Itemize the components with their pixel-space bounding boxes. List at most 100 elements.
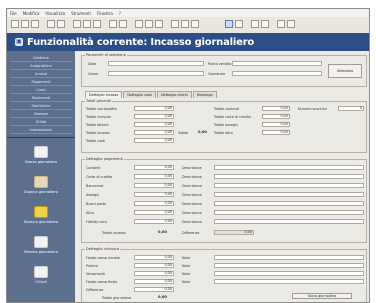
sidebar-item-statistiche[interactable]: Statistiche — [10, 103, 72, 110]
next-record-icon[interactable] — [191, 20, 199, 28]
menu-file[interactable]: File — [10, 11, 17, 16]
s2-field-5[interactable]: 0,00 — [134, 210, 174, 215]
print-report-icon — [34, 206, 48, 218]
s1-right-field-0[interactable]: 0,00 — [262, 106, 290, 111]
s1-far-field[interactable]: 0 — [338, 106, 364, 111]
sidebar-item-utilita[interactable]: Utilità — [10, 119, 72, 126]
s2-desc-field-3[interactable] — [214, 192, 364, 197]
s3-field-1[interactable]: 0,00 — [134, 263, 174, 268]
sidebar-item-anagrafiche[interactable]: Anagrafiche — [10, 63, 72, 70]
undo-icon[interactable] — [109, 20, 117, 28]
sidebar-item-conti[interactable]: Conti — [10, 87, 72, 94]
s1-far-label: Numero scontrini — [298, 107, 328, 111]
s3-field-2[interactable]: 0,00 — [134, 271, 174, 276]
s1-right-field-2[interactable]: 0,00 — [262, 122, 290, 127]
settings-icon[interactable] — [287, 20, 295, 28]
s2-desc-field-2[interactable] — [214, 183, 364, 188]
s2-field-4[interactable]: 0,00 — [134, 201, 174, 206]
info-icon[interactable] — [261, 20, 269, 28]
s1-field-1[interactable]: 0,00 — [134, 114, 174, 119]
paste-icon[interactable] — [93, 20, 101, 28]
s3-note-field-2[interactable] — [214, 271, 364, 276]
find-icon[interactable] — [135, 20, 143, 28]
tab-dettaglio-costi[interactable]: Dettaglio costi — [123, 91, 156, 98]
sidebar-item-gestione[interactable]: Gestione — [10, 55, 72, 62]
select-button[interactable]: Seleziona — [328, 64, 362, 78]
tab-dettaglio-incasso[interactable]: Dettaglio Incasso — [85, 91, 123, 98]
s2-field-1[interactable]: 0,00 — [134, 174, 174, 179]
operatore-field[interactable] — [232, 71, 322, 76]
data-field[interactable] — [108, 61, 204, 66]
s1-field-0[interactable]: 0,00 — [134, 106, 174, 111]
tab-dettaglio-clienti[interactable]: Dettaglio clienti — [156, 91, 192, 98]
tab-riepilogo[interactable]: Riepilogo — [192, 91, 217, 98]
s3-note-field-0[interactable] — [214, 255, 364, 260]
toolbar — [7, 17, 369, 34]
preview-icon[interactable] — [57, 20, 65, 28]
s2-desc-field-1[interactable] — [214, 174, 364, 179]
s2-label-3: Assegni — [86, 193, 100, 197]
s2-field-6[interactable]: 0,00 — [134, 219, 174, 224]
menu-visualizza[interactable]: Visualizza — [45, 11, 65, 16]
s1-field-3[interactable]: 0,00 — [134, 130, 174, 135]
s1-right-field-3[interactable]: 0,00 — [262, 130, 290, 135]
sort-icon[interactable] — [155, 20, 163, 28]
save-icon[interactable] — [31, 20, 39, 28]
cut-icon[interactable] — [73, 20, 81, 28]
s3-field-0[interactable]: 0,00 — [134, 255, 174, 260]
sidebar-item-incassi[interactable]: Incassi — [10, 71, 72, 78]
action-close[interactable]: Chiudi — [9, 263, 73, 291]
sidebar-item-impostazioni[interactable]: Impostazioni — [10, 127, 72, 134]
menu-help[interactable]: ? — [119, 11, 121, 16]
redo-icon[interactable] — [119, 20, 127, 28]
s1-right-field-1[interactable]: 0,00 — [262, 114, 290, 119]
s1-right-label-2: Totale assegni — [214, 123, 239, 127]
s3-note-field-3[interactable] — [214, 279, 364, 284]
filter-icon[interactable] — [145, 20, 153, 28]
help-icon[interactable] — [251, 20, 259, 28]
punto-field[interactable] — [232, 61, 322, 66]
sidebar-item-pagamenti[interactable]: Pagamenti — [10, 79, 72, 86]
print-icon[interactable] — [47, 20, 55, 28]
menu-finestra[interactable]: Finestra — [97, 11, 113, 16]
tools-icon[interactable] — [277, 20, 285, 28]
s1-right-label-0: Totale contanti — [214, 107, 239, 111]
s3-total-label: Totale giornaliero — [102, 296, 132, 300]
s2-desc-field-5[interactable] — [214, 210, 364, 215]
first-record-icon[interactable] — [171, 20, 179, 28]
s2-desc-field-0[interactable] — [214, 165, 364, 170]
s2-field-2[interactable]: 0,00 — [134, 183, 174, 188]
s3-note-label-2: Note — [182, 272, 191, 276]
s2-desc-field-4[interactable] — [214, 201, 364, 206]
s2-desc-label-3: Descrizione — [182, 193, 202, 197]
action-print[interactable]: Stampa giornaliero — [9, 203, 73, 231]
calendar-icon[interactable] — [235, 20, 243, 28]
s3-field-3[interactable]: 0,00 — [134, 279, 174, 284]
s1-field-4[interactable]: 0,00 — [134, 138, 174, 143]
menu-modifica[interactable]: Modifica — [23, 11, 40, 16]
s3-field-4[interactable]: 0,00 — [134, 287, 174, 292]
s1-field-2[interactable]: 0,00 — [134, 122, 174, 127]
action-new[interactable]: Nuovo giornaliero — [9, 143, 73, 171]
s2-field-0[interactable]: 0,00 — [134, 165, 174, 170]
s2-label-0: Contanti — [86, 166, 101, 170]
action-delete[interactable]: Elimina giornaliero — [9, 233, 73, 261]
sidebar-item-stampe[interactable]: Stampe — [10, 111, 72, 118]
data-label: Data — [88, 62, 97, 66]
cassa-field[interactable] — [108, 71, 204, 76]
new-icon[interactable] — [11, 20, 19, 28]
save-daily-button[interactable]: Salva giornaliero — [292, 293, 352, 299]
action-duplicate[interactable]: Duplica giornaliero — [9, 173, 73, 201]
s2-desc-field-6[interactable] — [214, 219, 364, 224]
sidebar-item-movimenti[interactable]: Movimenti — [10, 95, 72, 102]
copy-icon[interactable] — [83, 20, 91, 28]
page-title: Funzionalità corrente: Incasso giornalie… — [27, 36, 255, 48]
prev-record-icon[interactable] — [181, 20, 189, 28]
s3-note-field-1[interactable] — [214, 263, 364, 268]
s2-field-3[interactable]: 0,00 — [134, 192, 174, 197]
window-icon[interactable] — [225, 20, 233, 28]
menu-strumenti[interactable]: Strumenti — [71, 11, 91, 16]
s2-label-1: Carte di credito — [86, 175, 113, 179]
s3-label-1: Prelievi — [86, 264, 99, 268]
open-icon[interactable] — [21, 20, 29, 28]
